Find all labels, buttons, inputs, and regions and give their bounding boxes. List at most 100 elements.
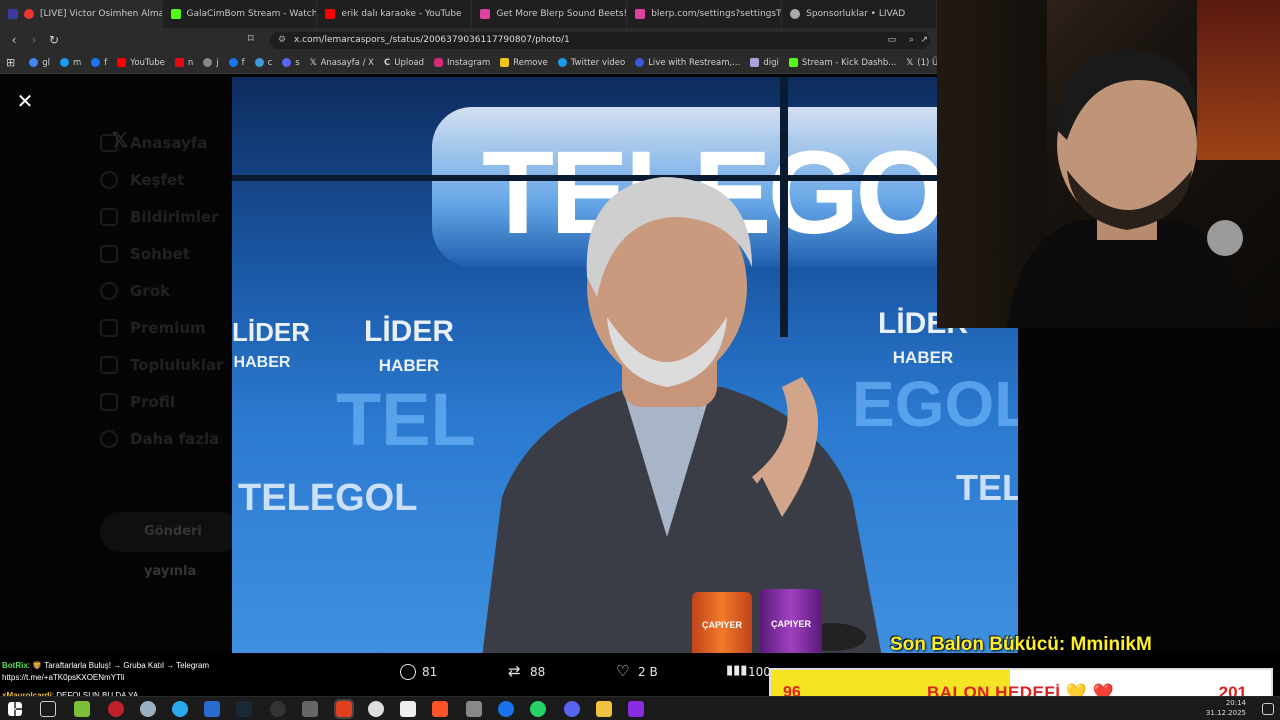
zoom-icon[interactable]: ⌕ <box>909 32 914 49</box>
can-label: ÇAPIYER <box>701 620 742 630</box>
sidebar-item-explore[interactable]: Keşfet <box>100 161 240 198</box>
sidebar-item-profile[interactable]: Profil <box>100 383 240 420</box>
reply-button[interactable]: 81 <box>400 664 437 680</box>
discord-icon[interactable] <box>564 701 580 717</box>
browser-tab[interactable]: Get More Blerp Sound Beets! <box>472 0 628 28</box>
bookmark-item[interactable]: Stream - Kick Dashb... <box>788 58 896 68</box>
sidebar-item-home[interactable]: Anasayfa <box>100 124 240 161</box>
like-button[interactable]: ♡ 2 B <box>616 664 658 680</box>
bookmark-item[interactable]: C Upload <box>384 58 424 68</box>
share-icon[interactable]: ↗ <box>920 32 928 49</box>
system-clock[interactable]: 20:14 31.12.2025 <box>1206 698 1246 718</box>
twitter-video-icon <box>557 58 567 67</box>
bookmark-item[interactable]: Live with Restream,... <box>635 58 740 68</box>
app-icon[interactable] <box>270 701 286 717</box>
bookmark-label: c <box>267 57 273 68</box>
bookmark-item[interactable]: f <box>228 57 245 68</box>
bookmark-item[interactable]: n <box>174 58 193 68</box>
bookmark-item[interactable]: digi <box>750 58 779 68</box>
bookmark-label: (1) ÜFLEM <box>917 57 937 68</box>
people-icon <box>100 355 118 374</box>
streamer-figure <box>1007 50 1247 328</box>
reply-count: 81 <box>422 665 438 679</box>
chat-username: BotRix <box>2 661 28 670</box>
commentator-figure <box>482 177 882 653</box>
url-input[interactable]: ⚙ x.com/lemarcaspors_/status/20063790361… <box>270 32 930 49</box>
bookmark-favicon-icon <box>203 58 213 67</box>
bookmark-item[interactable]: YouTube <box>117 58 165 68</box>
more-icon <box>100 429 118 448</box>
app-icon[interactable] <box>334 699 354 719</box>
post-button[interactable]: Gönderi yayınla <box>100 512 240 579</box>
chat-text: https://t.me/+aTK0psKXOENmYTli <box>2 673 125 682</box>
sidebar-item-more[interactable]: Daha fazla <box>100 420 240 457</box>
bookmark-item[interactable]: 𝕏 Anasayfa / X <box>310 58 374 68</box>
livad-icon <box>790 9 801 19</box>
bookmark-item[interactable]: Instagram <box>434 58 490 68</box>
sidebar-item-label: Premium <box>130 318 206 337</box>
app-icon[interactable] <box>140 701 156 717</box>
bookmark-label: Anasayfa / X <box>320 57 374 68</box>
sidebar-item-notifications[interactable]: Bildirimler <box>100 198 240 235</box>
bookmark-label: Twitter video <box>570 57 626 68</box>
bookmark-item[interactable]: gl <box>29 58 50 68</box>
steam-icon[interactable] <box>236 701 252 717</box>
browser-tab[interactable]: blerp.com/settings?settingsType=R <box>627 0 783 28</box>
x-logo-icon: 𝕏 <box>309 57 317 68</box>
bookmark-item[interactable]: Twitter video <box>557 57 626 68</box>
brave-icon[interactable] <box>432 701 448 717</box>
browser-tab[interactable]: erik dalı karaoke - YouTube <box>317 0 473 28</box>
bookmark-icon[interactable]: ⌑ <box>248 32 254 45</box>
close-icon[interactable]: ✕ <box>14 90 36 112</box>
app-icon[interactable] <box>74 701 90 717</box>
sidebar-item-communities[interactable]: Topluluklar <box>100 346 240 383</box>
bookmark-item[interactable]: j <box>203 58 219 68</box>
bookmark-item[interactable]: 𝕏(1) ÜFLEM <box>906 58 937 68</box>
sidebar-item-messages[interactable]: Sohbet <box>100 235 240 272</box>
notification-icon[interactable] <box>1262 703 1274 715</box>
capcut-icon[interactable] <box>400 701 416 717</box>
bookmark-favicon-icon <box>282 58 292 67</box>
bookmark-label: f <box>104 57 108 68</box>
telegram-icon[interactable] <box>172 701 188 717</box>
drink-can-orange: ÇAPIYER <box>692 592 752 653</box>
task-view-icon[interactable] <box>40 701 56 717</box>
sidebar-item-label: Profil <box>130 392 175 411</box>
app-icon[interactable] <box>302 701 318 717</box>
browser-tab[interactable]: GalaCimBom Stream - Watch Live on <box>163 0 318 28</box>
balloon-top-donor: Son Balon Bükücü: MminikM <box>890 634 1152 655</box>
app-icon[interactable] <box>498 701 514 717</box>
views-button[interactable]: ▮▮▮ 100 <box>726 664 771 680</box>
repost-button[interactable]: ⇄ 88 <box>508 664 545 680</box>
apps-grid-icon[interactable]: ⊞ <box>6 56 15 69</box>
facebook-icon <box>91 58 101 67</box>
sidebar-item-label: Topluluklar <box>130 355 224 374</box>
back-icon[interactable]: ‹ <box>4 33 24 47</box>
forward-icon[interactable]: › <box>24 33 44 47</box>
site-info-icon[interactable]: ⚙ <box>278 32 286 49</box>
address-toolbar: ‹ › ↻ ⌑ ⚙ x.com/lemarcaspors_/status/200… <box>0 28 937 52</box>
bookmark-item[interactable]: c <box>254 57 273 68</box>
bookmark-item[interactable]: f <box>91 58 107 68</box>
bookmark-label: f <box>241 57 245 68</box>
bookmark-item[interactable]: s <box>282 57 300 68</box>
whatsapp-icon[interactable] <box>530 701 546 717</box>
app-icon[interactable] <box>204 701 220 717</box>
browser-tab[interactable]: Sponsorluklar • LIVAD <box>782 0 937 28</box>
sidebar-item-premium[interactable]: Premium <box>100 309 240 346</box>
windows-start-icon[interactable] <box>8 702 22 716</box>
app-icon[interactable] <box>108 701 124 717</box>
sidebar-item-grok[interactable]: Grok <box>100 272 240 309</box>
cast-icon[interactable]: ▭ <box>887 32 896 49</box>
app-icon[interactable] <box>466 701 482 717</box>
chatgpt-icon[interactable] <box>368 701 384 717</box>
repost-icon: ⇄ <box>508 662 521 680</box>
reload-icon[interactable]: ↻ <box>44 33 64 47</box>
telegol-bg-text: TELEGOL <box>238 477 418 519</box>
bookmark-item[interactable]: m <box>59 58 81 68</box>
bookmark-label: s <box>295 57 300 68</box>
folder-icon[interactable] <box>596 701 612 717</box>
browser-tab[interactable]: [LIVE] Victor Osimhen Almal <box>0 0 163 28</box>
bookmark-item[interactable]: Remove <box>500 58 548 68</box>
app-icon[interactable] <box>628 701 644 717</box>
